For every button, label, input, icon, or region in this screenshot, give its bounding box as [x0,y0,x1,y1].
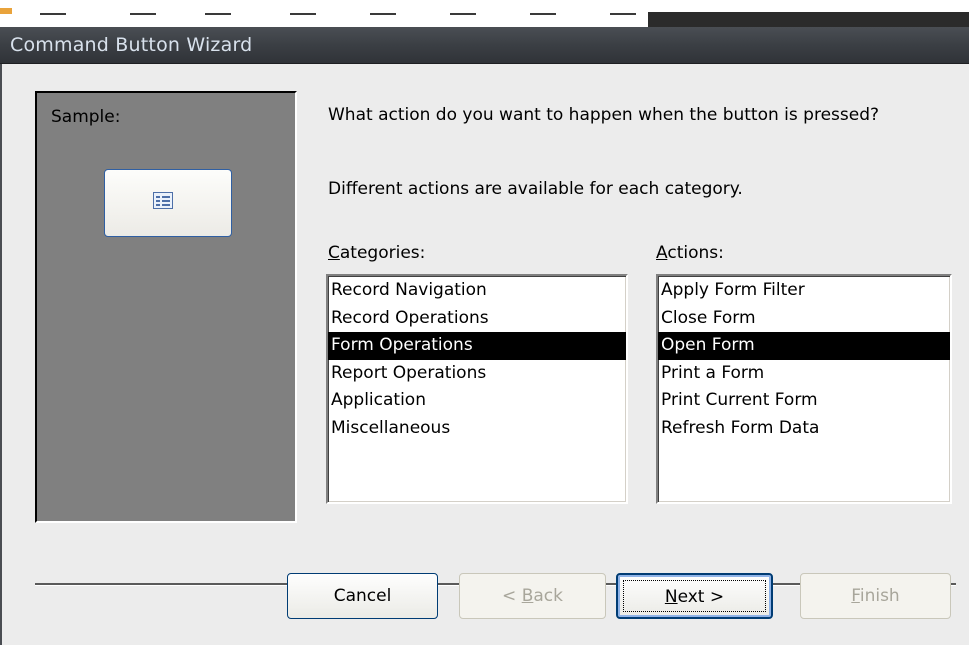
app-icon-fragment [0,8,12,14]
list-item[interactable]: Print a Form [658,360,950,388]
divider [530,13,556,15]
dialog-body: Sample: What action do you want to happe… [0,64,969,645]
list-item[interactable]: Apply Form Filter [658,277,950,305]
divider [610,13,636,15]
divider [205,13,231,15]
actions-listbox[interactable]: Apply Form Filter Close Form Open Form P… [656,274,952,504]
list-item[interactable]: Refresh Form Data [658,415,950,443]
divider [290,13,316,15]
categories-label: Categories: [328,243,426,263]
list-item[interactable]: Form Operations [328,332,626,360]
divider [450,13,476,15]
list-item[interactable]: Open Form [658,332,950,360]
wizard-dialog: Command Button Wizard Sample: What actio… [0,27,969,645]
background-strip [0,0,969,30]
divider [370,13,396,15]
sample-panel: Sample: [35,91,297,523]
form-icon [153,192,173,209]
list-item[interactable]: Application [328,387,626,415]
window-title: Command Button Wizard [10,34,253,56]
divider [130,13,156,15]
next-button[interactable]: Next > [616,573,773,619]
list-item[interactable]: Report Operations [328,360,626,388]
title-bar[interactable]: Command Button Wizard [0,27,969,64]
cancel-button[interactable]: Cancel [287,573,438,619]
categories-listbox[interactable]: Record Navigation Record Operations Form… [326,274,628,504]
divider [40,13,66,15]
sample-label: Sample: [51,107,121,127]
list-item[interactable]: Print Current Form [658,387,950,415]
wizard-note: Different actions are available for each… [328,179,743,199]
list-item[interactable]: Miscellaneous [328,415,626,443]
list-item[interactable]: Record Navigation [328,277,626,305]
list-item[interactable]: Record Operations [328,305,626,333]
actions-label: Actions: [656,243,724,263]
wizard-question: What action do you want to happen when t… [328,105,880,125]
finish-button[interactable]: Finish [800,573,951,619]
list-item[interactable]: Close Form [658,305,950,333]
sample-command-button [104,169,232,237]
back-button[interactable]: < Back [459,573,606,619]
